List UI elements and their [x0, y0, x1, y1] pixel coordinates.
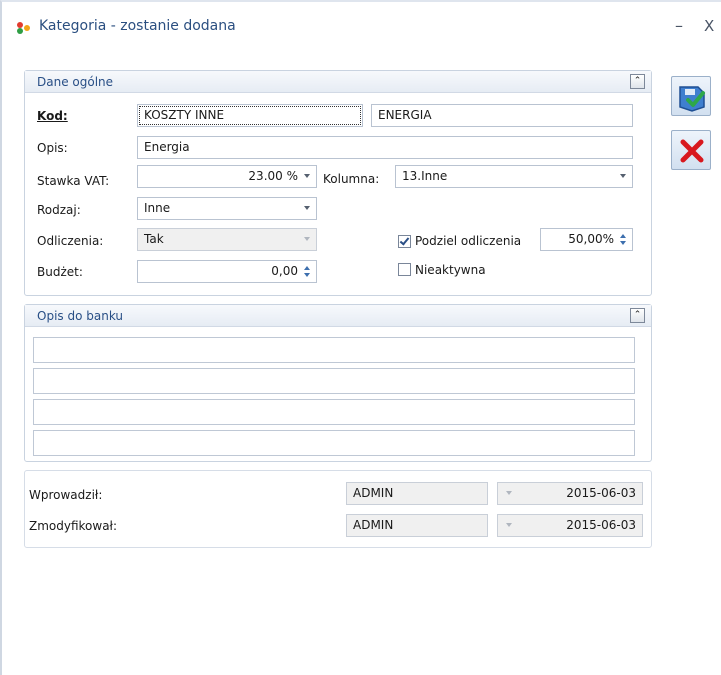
- kolumna-label: Kolumna:: [323, 172, 380, 186]
- window-title: Kategoria - zostanie dodana: [39, 18, 236, 34]
- vat-select[interactable]: 23.00 %: [137, 165, 317, 188]
- vat-label: Stawka VAT:: [37, 174, 110, 188]
- rodzaj-select[interactable]: Inne: [137, 197, 317, 220]
- audit-panel: Wprowadził: ADMIN 2015-06-03 Zmodyfikowa…: [24, 470, 652, 548]
- rodzaj-label: Rodzaj:: [37, 203, 81, 217]
- cancel-icon: [680, 139, 704, 163]
- bank-panel-header: Opis do banku ⌃: [25, 305, 651, 327]
- collapse-up-icon[interactable]: ⌃: [630, 74, 645, 89]
- checkmark-icon: [399, 235, 410, 246]
- created-date-field: 2015-06-03: [497, 482, 643, 505]
- spinner-icon: [303, 264, 311, 279]
- modified-date-field: 2015-06-03: [497, 514, 643, 537]
- save-icon: [679, 86, 705, 112]
- bank-line-2[interactable]: [33, 368, 635, 394]
- general-panel-title: Dane ogólne: [37, 75, 114, 89]
- odliczenia-label: Odliczenia:: [37, 234, 104, 248]
- chevron-down-icon: [304, 237, 310, 241]
- kod-input[interactable]: KOSZTY INNE: [137, 104, 363, 127]
- spinner-icon: [619, 232, 627, 247]
- general-panel: Dane ogólne ⌃ Kod: KOSZTY INNE ENERGIA O…: [24, 70, 652, 296]
- app-logo-icon: [16, 21, 34, 35]
- kod-label: Kod:: [37, 109, 68, 123]
- bank-line-3[interactable]: [33, 399, 635, 425]
- budzet-value: 0,00: [271, 264, 298, 278]
- title-bar: Kategoria - zostanie dodana – X: [2, 2, 721, 48]
- chevron-down-icon: [620, 174, 626, 178]
- bank-panel-title: Opis do banku: [37, 309, 123, 323]
- minimize-button[interactable]: –: [675, 16, 683, 35]
- general-panel-header: Dane ogólne ⌃: [25, 71, 651, 93]
- podziel-checkbox[interactable]: [398, 235, 411, 248]
- bank-line-4[interactable]: [33, 430, 635, 456]
- vat-value: 23.00 %: [248, 169, 298, 183]
- chevron-down-icon: [304, 206, 310, 210]
- save-button[interactable]: [671, 76, 711, 116]
- created-label: Wprowadził:: [29, 488, 103, 502]
- chevron-down-icon: [506, 491, 512, 495]
- category-dialog: Kategoria - zostanie dodana – X Dane ogó…: [0, 0, 721, 675]
- opis-input[interactable]: Energia: [137, 136, 633, 159]
- budzet-stepper[interactable]: 0,00: [137, 260, 317, 283]
- podziel-label: Podziel odliczenia: [415, 234, 522, 248]
- kolumna-value: 13.Inne: [402, 169, 448, 183]
- bank-line-1[interactable]: [33, 337, 635, 363]
- rodzaj-value: Inne: [144, 201, 171, 215]
- close-button[interactable]: X: [704, 17, 714, 35]
- chevron-down-icon: [304, 174, 310, 178]
- opis-label: Opis:: [37, 141, 68, 155]
- kod-name-input[interactable]: ENERGIA: [371, 104, 633, 127]
- odliczenia-select[interactable]: Tak: [137, 228, 317, 251]
- budzet-label: Budżet:: [37, 265, 83, 279]
- cancel-button[interactable]: [671, 130, 711, 170]
- nieaktywna-label: Nieaktywna: [415, 263, 486, 277]
- podziel-value: 50,00%: [568, 232, 614, 246]
- collapse-up-icon[interactable]: ⌃: [630, 308, 645, 323]
- podziel-stepper[interactable]: 50,00%: [540, 228, 633, 251]
- modified-user-field: ADMIN: [346, 514, 488, 537]
- created-user-field: ADMIN: [346, 482, 488, 505]
- nieaktywna-checkbox[interactable]: [398, 263, 411, 276]
- odliczenia-value: Tak: [144, 232, 164, 246]
- modified-label: Zmodyfikował:: [29, 519, 118, 533]
- chevron-down-icon: [506, 523, 512, 527]
- kolumna-select[interactable]: 13.Inne: [395, 165, 633, 188]
- modified-date-value: 2015-06-03: [566, 518, 636, 532]
- bank-panel: Opis do banku ⌃: [24, 304, 652, 462]
- created-date-value: 2015-06-03: [566, 486, 636, 500]
